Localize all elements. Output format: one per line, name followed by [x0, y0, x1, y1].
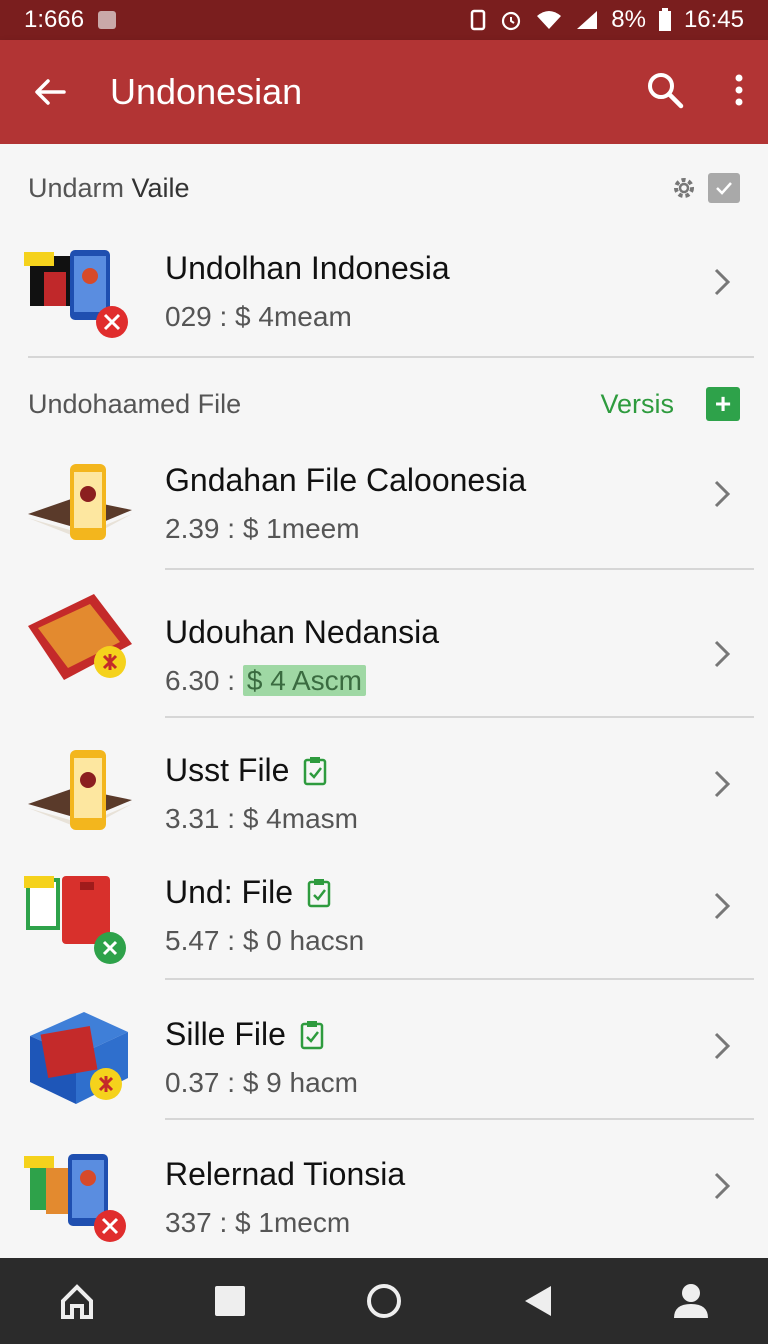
clipboard-check-icon — [307, 878, 331, 907]
divider — [165, 978, 754, 980]
file-thumbnail — [28, 594, 132, 680]
versis-link[interactable]: Versis — [600, 389, 674, 420]
list-item-title: Und: File — [165, 874, 364, 911]
divider — [28, 356, 754, 358]
app-bar: Undonesian — [0, 40, 768, 144]
file-thumbnail — [24, 876, 126, 964]
home-icon — [60, 1284, 93, 1319]
list-item-text: Usst File 3.31 : $ 4masm — [165, 734, 358, 835]
nav-profile-button[interactable] — [661, 1271, 721, 1331]
list-item-title-text: Und: File — [165, 874, 294, 910]
status-time-left: 1:666 — [24, 6, 85, 33]
list-item-text: Relernad Tionsia 337 : $ 1mecm — [165, 1136, 405, 1239]
status-bar: 1:666 8% 16:45 — [0, 0, 768, 40]
list-item-text: Udouhan Nedansia 6.30 : $ 4 Ascm — [165, 578, 439, 697]
section-header-2: Undohaamed File Versis + — [28, 382, 740, 426]
list-item-title: Sille File — [165, 1016, 358, 1053]
list-item-title-text: Usst File — [165, 752, 290, 788]
section-1-prefix: Undarm — [28, 172, 132, 203]
section-2-label: Undohaamed File — [28, 388, 242, 419]
chevron-right-icon — [714, 480, 731, 508]
list-item[interactable]: Udouhan Nedansia 6.30 : $ 4 Ascm — [0, 578, 768, 698]
battery-percent: 8% — [611, 6, 646, 33]
highlighted-price: $ 4 Ascm — [242, 665, 367, 696]
section-header-1: Undarm Vaile — [28, 166, 740, 210]
page-title: Undonesian — [110, 71, 303, 112]
file-thumbnail — [28, 750, 132, 830]
select-checkbox[interactable] — [708, 173, 740, 203]
divider — [165, 1118, 754, 1120]
section-1-label: Undarm Vaile — [28, 173, 190, 204]
list-item-text: Gndahan File Caloonesia 2.39 : $ 1meem — [165, 444, 526, 545]
list-item-subtitle-prefix: 6.30 : — [165, 665, 243, 696]
alarm-icon — [502, 11, 521, 31]
list-item[interactable]: Undolhan Indonesia 029 : $ 4meam — [0, 232, 768, 352]
list-item-title: Udouhan Nedansia — [165, 614, 439, 650]
chevron-right-icon — [714, 1032, 731, 1060]
list-item-subtitle: 3.31 : $ 4masm — [165, 803, 358, 834]
list-item-subtitle: 029 : $ 4meam — [165, 301, 352, 332]
chevron-right-icon — [714, 770, 731, 798]
back-button[interactable] — [30, 72, 70, 112]
status-time-right: 16:45 — [683, 6, 744, 33]
chevron-right-icon — [714, 268, 731, 296]
nav-home-button[interactable] — [47, 1271, 107, 1331]
file-thumbnail — [24, 1154, 126, 1242]
search-icon — [648, 72, 684, 108]
section-1-bold: Vaile — [131, 172, 190, 203]
list-item-subtitle: 5.47 : $ 0 hacsn — [165, 925, 365, 956]
search-button[interactable] — [646, 71, 684, 114]
add-button[interactable]: + — [706, 387, 740, 421]
list-item-text: Und: File 5.47 : $ 0 hacsn — [165, 856, 364, 957]
vibrate-icon — [471, 9, 486, 31]
list-item[interactable]: Sille File 0.37 : $ 9 hacm — [0, 996, 768, 1116]
clipboard-check-icon — [304, 756, 327, 785]
list-item[interactable]: Usst File 3.31 : $ 4masm — [0, 734, 768, 854]
list-item-subtitle: 6.30 : $ 4 Ascm — [165, 665, 439, 697]
back-arrow-icon — [35, 79, 66, 105]
divider — [165, 568, 754, 570]
signal-icon — [577, 11, 598, 29]
chevron-right-icon — [714, 892, 731, 920]
list-item-text: Sille File 0.37 : $ 9 hacm — [165, 996, 358, 1099]
list-item[interactable]: Relernad Tionsia 337 : $ 1mecm — [0, 1136, 768, 1256]
file-thumbnail — [30, 1012, 128, 1104]
file-thumbnail — [24, 250, 128, 338]
list-item-subtitle: 337 : $ 1mecm — [165, 1207, 351, 1238]
list-item-title: Relernad Tionsia — [165, 1156, 406, 1192]
plus-icon: + — [714, 388, 732, 419]
list-item-text: Undolhan Indonesia 029 : $ 4meam — [165, 232, 450, 333]
chevron-right-icon — [714, 640, 731, 668]
wifi-icon — [537, 11, 562, 29]
nav-circle-button[interactable] — [354, 1271, 414, 1331]
list-item-subtitle: 0.37 : $ 9 hacm — [165, 1067, 359, 1098]
more-options-button[interactable] — [734, 74, 744, 111]
nav-recents-button[interactable] — [200, 1271, 260, 1331]
person-icon — [674, 1284, 709, 1318]
divider — [165, 716, 754, 718]
chevron-right-icon — [714, 1172, 731, 1200]
checkbox-icon — [716, 182, 732, 195]
more-vert-icon — [735, 74, 743, 105]
list-item-title: Gndahan File Caloonesia — [165, 462, 527, 498]
bottom-nav-bar — [0, 1258, 768, 1344]
square-icon — [215, 1286, 246, 1316]
list-item[interactable]: Gndahan File Caloonesia 2.39 : $ 1meem — [0, 444, 768, 564]
list-item-subtitle: 2.39 : $ 1meem — [165, 513, 360, 544]
gear-icon[interactable] — [670, 174, 698, 202]
circle-icon — [366, 1284, 401, 1318]
nav-back-button[interactable] — [508, 1271, 568, 1331]
list-item-title-text: Sille File — [165, 1016, 286, 1052]
battery-icon — [658, 8, 671, 31]
list-item[interactable]: Und: File 5.47 : $ 0 hacsn — [0, 856, 768, 976]
clipboard-check-icon — [300, 1020, 324, 1049]
file-list: Undarm Vaile Undolhan Indonesia 029 : $ … — [0, 144, 768, 1258]
notification-icon — [98, 11, 117, 29]
list-item-title: Usst File — [165, 752, 358, 789]
triangle-back-icon — [524, 1286, 551, 1316]
file-thumbnail — [28, 464, 132, 540]
list-item-title: Undolhan Indonesia — [165, 250, 450, 286]
